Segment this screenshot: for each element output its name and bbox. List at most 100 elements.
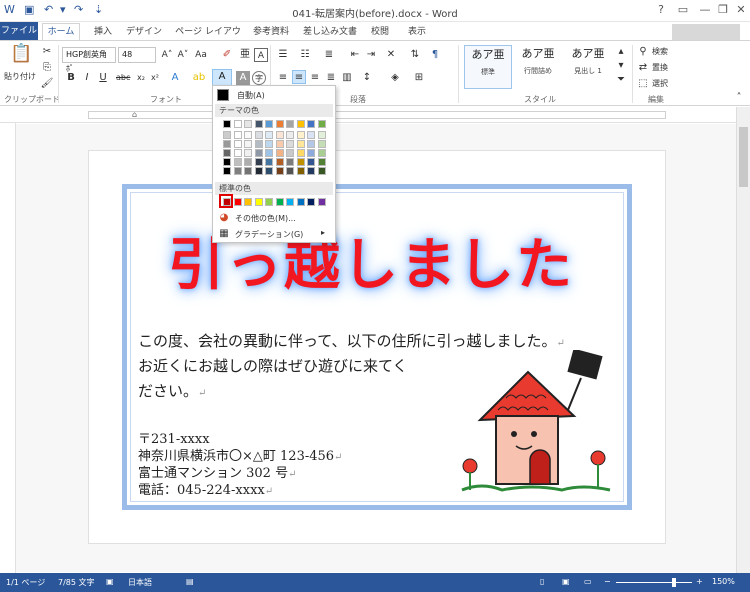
standard-color-swatch[interactable]	[244, 198, 252, 206]
increase-indent-icon[interactable]: ⇥	[364, 48, 378, 62]
phonetic-guide-icon[interactable]: 亜	[238, 48, 252, 62]
web-layout-icon[interactable]: ▭	[584, 577, 592, 586]
body-line-2[interactable]: お近くにお越しの際はぜひ遊びに来てく	[138, 355, 408, 376]
line-spacing-icon[interactable]: ↕	[360, 71, 374, 85]
theme-color-swatch[interactable]	[275, 149, 284, 157]
proofing-icon[interactable]: ▣	[106, 577, 114, 586]
theme-color-swatch[interactable]	[254, 167, 263, 175]
auto-color-option[interactable]: 自動(A)	[237, 90, 265, 101]
align-left-icon[interactable]: ≡	[276, 71, 290, 85]
zoom-level[interactable]: 150%	[712, 577, 735, 586]
justify-icon[interactable]: ≣	[324, 71, 338, 85]
select-icon[interactable]: ⬚	[636, 77, 650, 91]
grow-font-icon[interactable]: A˄	[160, 48, 174, 62]
theme-color-swatch[interactable]	[265, 167, 273, 175]
ribbon-options-icon[interactable]: ▭	[672, 2, 694, 18]
page-count[interactable]: 1/1 ページ	[6, 577, 45, 588]
theme-color-swatch[interactable]	[244, 149, 252, 157]
theme-color-swatch[interactable]	[223, 149, 231, 157]
cut-icon[interactable]: ✂	[40, 45, 54, 59]
multilevel-list-icon[interactable]: ≣	[322, 48, 336, 62]
select-button[interactable]: 選択	[652, 78, 668, 89]
horizontal-ruler[interactable]: ⌂	[0, 107, 750, 123]
theme-color-swatch[interactable]	[265, 120, 273, 128]
decrease-indent-icon[interactable]: ⇤	[348, 48, 362, 62]
enclose-char-icon[interactable]: 字	[252, 71, 266, 85]
borders-icon[interactable]: ⊞	[412, 71, 426, 85]
tab-home[interactable]: ホーム	[42, 23, 80, 41]
standard-color-swatch[interactable]	[233, 198, 242, 206]
theme-color-swatch[interactable]	[244, 120, 252, 128]
theme-color-swatch[interactable]	[286, 158, 294, 166]
theme-color-swatch[interactable]	[233, 158, 242, 166]
tab-references[interactable]: 参考資料	[250, 24, 292, 40]
print-layout-icon[interactable]: ▣	[562, 577, 570, 586]
paste-icon[interactable]: 📋	[10, 45, 32, 69]
standard-color-swatch[interactable]	[296, 198, 305, 206]
theme-color-swatch[interactable]	[265, 158, 273, 166]
help-button[interactable]: ?	[650, 2, 672, 18]
theme-color-swatch[interactable]	[223, 140, 231, 148]
highlight-icon[interactable]: ab	[192, 71, 206, 85]
zoom-slider[interactable]	[616, 582, 692, 583]
tab-design[interactable]: デザイン	[124, 24, 164, 40]
numbering-icon[interactable]: ☷	[298, 48, 312, 62]
standard-color-swatch[interactable]	[317, 198, 326, 206]
align-center-icon[interactable]: ≡	[292, 70, 306, 84]
theme-color-swatch[interactable]	[254, 140, 263, 148]
macro-record-icon[interactable]: ▤	[186, 577, 194, 586]
theme-color-swatch[interactable]	[275, 120, 284, 128]
theme-color-swatch[interactable]	[254, 158, 263, 166]
replace-icon[interactable]: ⇄	[636, 61, 650, 75]
gradient-option[interactable]: グラデーション(G)	[235, 229, 303, 240]
theme-color-swatch[interactable]	[317, 131, 326, 139]
collapse-ribbon-icon[interactable]: ˄	[732, 91, 746, 105]
theme-color-swatch[interactable]	[265, 149, 273, 157]
close-button[interactable]: ✕	[730, 2, 750, 18]
text-effects-icon[interactable]: A	[168, 71, 182, 85]
theme-color-swatch[interactable]	[244, 131, 252, 139]
tab-review[interactable]: 校閲	[366, 24, 394, 40]
theme-color-swatch[interactable]	[233, 120, 242, 128]
sort-icon[interactable]: ⇅	[408, 48, 422, 62]
theme-color-swatch[interactable]	[265, 140, 273, 148]
theme-color-swatch[interactable]	[296, 140, 305, 148]
vertical-scrollbar[interactable]	[736, 107, 750, 573]
font-size-combo[interactable]: 48	[118, 47, 156, 63]
theme-color-swatch[interactable]	[223, 167, 231, 175]
theme-color-swatch[interactable]	[265, 131, 273, 139]
auto-color-swatch[interactable]	[217, 89, 229, 101]
theme-color-swatch[interactable]	[275, 167, 284, 175]
align-right-icon[interactable]: ≡	[308, 71, 322, 85]
language-indicator[interactable]: 日本語	[128, 577, 152, 588]
theme-color-swatch[interactable]	[233, 131, 242, 139]
standard-color-swatch[interactable]	[307, 198, 315, 206]
theme-color-swatch[interactable]	[307, 120, 315, 128]
read-mode-icon[interactable]: ▯	[540, 577, 544, 586]
vertical-ruler[interactable]	[0, 123, 16, 573]
theme-color-swatch[interactable]	[275, 140, 284, 148]
theme-color-swatch[interactable]	[223, 158, 231, 166]
zoom-out-icon[interactable]: −	[604, 577, 611, 586]
format-painter-icon[interactable]: 🖌	[40, 77, 54, 91]
theme-color-swatch[interactable]	[307, 149, 315, 157]
styles-scroll-down-icon[interactable]: ▾	[614, 59, 628, 73]
style-no-spacing[interactable]: あア亜 行間詰め	[514, 45, 562, 89]
theme-color-swatch[interactable]	[296, 120, 305, 128]
show-marks-icon[interactable]: ¶	[428, 48, 442, 62]
shrink-font-icon[interactable]: A˅	[176, 48, 190, 62]
theme-color-swatch[interactable]	[317, 140, 326, 148]
theme-color-swatch[interactable]	[286, 140, 294, 148]
standard-color-swatch[interactable]	[265, 198, 273, 206]
tab-view[interactable]: 表示	[402, 24, 432, 40]
address-phone[interactable]: 電話：045-224-xxxx↵	[138, 479, 273, 498]
theme-color-swatch[interactable]	[286, 167, 294, 175]
change-case-icon[interactable]: Aa	[194, 48, 208, 62]
char-border-icon[interactable]: A	[254, 48, 268, 62]
italic-icon[interactable]: I	[80, 71, 94, 85]
body-line-1[interactable]: この度、会社の異動に伴って、以下の住所に引っ越しました。↵	[138, 330, 565, 351]
theme-color-swatch[interactable]	[233, 167, 242, 175]
styles-more-icon[interactable]: ⏷	[614, 73, 628, 87]
house-illustration[interactable]	[458, 350, 618, 500]
asian-layout-icon[interactable]: ✕	[384, 48, 398, 62]
